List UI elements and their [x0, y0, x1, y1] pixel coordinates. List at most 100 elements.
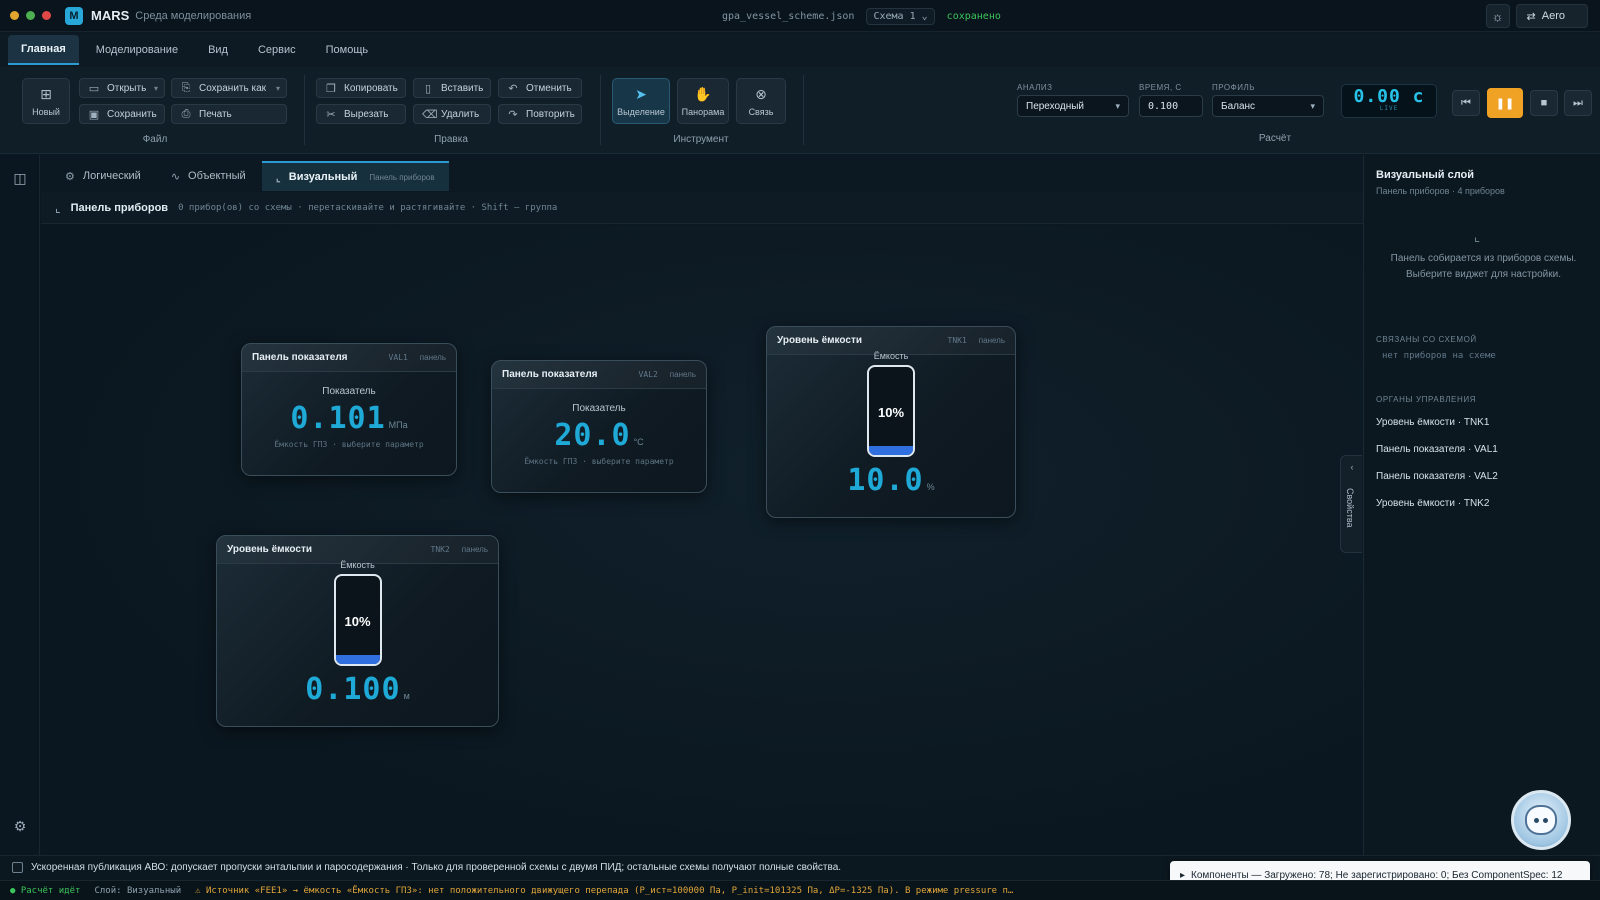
properties-tab[interactable]: ‹ Свойства [1340, 455, 1362, 553]
fast-publish-checkbox[interactable] [12, 862, 23, 873]
sidebar-toggle-icon[interactable]: ◫ [10, 168, 30, 188]
copy-icon: ❐ [326, 82, 336, 95]
ribbon-group-tools: ➤ Выделение ✋ Панорама ⊗ Связь Инструмен… [606, 67, 796, 154]
ribbon-separator [803, 75, 804, 145]
time-input[interactable] [1139, 95, 1203, 117]
chevron-left-icon: ‹ [1350, 462, 1354, 472]
schema-select[interactable]: Схема 1 ⌄ [866, 7, 935, 25]
right-panel: Визуальный слой Панель приборов · 4 приб… [1363, 155, 1600, 855]
right-panel-title: Визуальный слой [1376, 169, 1475, 181]
print-button[interactable]: ⎙ Печать [171, 104, 287, 124]
open-button[interactable]: ▭ Открыть ▾ [79, 78, 165, 98]
analysis-select[interactable]: Переходный ▾ [1017, 95, 1129, 117]
save-button[interactable]: ▣ Сохранить [79, 104, 165, 124]
value-number: 20.0 [554, 418, 631, 453]
cut-button[interactable]: ✂ Вырезать [316, 104, 406, 124]
theme-select-button[interactable]: ⇄ Aero [1515, 4, 1588, 28]
ribbon: ⊞ Новый ▭ Открыть ▾ ⎘ Сохранить как ▾ ▣ … [0, 67, 1600, 154]
widget-kind: панель [669, 370, 696, 379]
panel-hint: 0 прибор(ов) со схемы · перетаскивайте и… [178, 202, 558, 213]
stop-button[interactable]: ■ [1530, 90, 1558, 116]
tab-object-label: Объектный [188, 170, 246, 182]
pan-tool-button[interactable]: ✋ Панорама [677, 78, 729, 124]
widget-val1[interactable]: Панель показателя VAL1 панель Показатель… [241, 343, 457, 476]
file-name: gpa_vessel_scheme.json [722, 10, 855, 22]
step-back-button[interactable]: ⏮ [1452, 90, 1480, 116]
control-item-val1[interactable]: Панель показателя · VAL1 [1376, 444, 1498, 455]
control-item-tnk1[interactable]: Уровень ёмкости · TNK1 [1376, 417, 1489, 428]
tab-object[interactable]: ∿ Объектный [157, 161, 260, 191]
tab-visual-label: Визуальный [288, 171, 358, 183]
widget-header[interactable]: Панель показателя VAL2 панель [492, 361, 706, 389]
tab-visual[interactable]: ⌞ Визуальный Панель приборов [261, 161, 449, 191]
widget-tnk1[interactable]: Уровень ёмкости TNK1 панель Ёмкость 10% … [766, 326, 1016, 518]
panel-header: ⌞ Панель приборов 0 прибор(ов) со схемы … [41, 192, 1363, 224]
tab-visual-sublabel: Панель приборов [369, 172, 435, 182]
left-rail: ◫ ⚙ [0, 155, 40, 855]
menu-tab-home[interactable]: Главная [8, 35, 79, 65]
widget-kind: панель [419, 353, 446, 362]
save-status: сохранено [946, 10, 1001, 22]
skip-back-icon: ⏮ [1461, 96, 1471, 109]
status-warning: ⚠ Источник «FEE1» → ёмкость «Ёмкость ГПЗ… [195, 885, 1014, 896]
widget-value: 10.0% [767, 463, 1015, 498]
select-tool-button[interactable]: ➤ Выделение [612, 78, 670, 124]
profile-select[interactable]: Баланс ▾ [1212, 95, 1324, 117]
widget-id: VAL2 [638, 370, 658, 379]
paste-button[interactable]: ▯ Вставить [413, 78, 491, 98]
title-bar: M MARS Среда моделирования gpa_vessel_sc… [0, 0, 1600, 32]
widget-title: Панель показателя [252, 352, 348, 363]
panel-title: Панель приборов [70, 201, 169, 214]
save-as-button[interactable]: ⎘ Сохранить как ▾ [171, 78, 287, 98]
value-number: 10.0 [847, 463, 924, 498]
robot-icon [1525, 805, 1557, 835]
copy-button[interactable]: ❐ Копировать [316, 78, 406, 98]
triangle-right-icon: ▸ [1180, 869, 1186, 881]
ribbon-group-file-label: Файл [142, 134, 168, 145]
close-window-button[interactable] [42, 11, 51, 20]
chart-icon: ⌞ [1474, 229, 1481, 244]
tank-gauge: 10% [333, 574, 382, 666]
undo-button[interactable]: ↶ Отменить [498, 78, 582, 98]
new-button[interactable]: ⊞ Новый [22, 78, 70, 124]
assistant-avatar[interactable] [1511, 790, 1571, 850]
title-actions: ☼ ⇄ Aero [1485, 4, 1588, 28]
menu-tab-view[interactable]: Вид [195, 36, 241, 64]
tab-logical[interactable]: ⚙ Логический [51, 161, 155, 191]
link-tool-button[interactable]: ⊗ Связь [736, 78, 786, 124]
widget-title: Панель показателя [502, 369, 598, 380]
widget-tnk2[interactable]: Уровень ёмкости TNK2 панель Ёмкость 10% … [216, 535, 499, 727]
minimize-window-button[interactable] [10, 11, 19, 20]
widget-val2[interactable]: Панель показателя VAL2 панель Показатель… [491, 360, 707, 493]
tab-logical-label: Логический [82, 170, 141, 182]
print-button-label: Печать [199, 108, 232, 120]
menu-tab-help[interactable]: Помощь [313, 36, 382, 64]
theme-toggle-button[interactable]: ☼ [1485, 4, 1510, 28]
widget-label: Показатель [322, 386, 376, 397]
pause-button[interactable]: ❚❚ [1487, 88, 1523, 118]
value-number: 0.100 [305, 672, 401, 707]
maximize-window-button[interactable] [26, 11, 35, 20]
value-unit: °C [633, 437, 644, 447]
delete-button[interactable]: ⌫ Удалить [413, 104, 491, 124]
printer-icon: ⎙ [181, 107, 191, 120]
widget-value: 20.0 °C [492, 418, 706, 453]
control-item-val2[interactable]: Панель показателя · VAL2 [1376, 471, 1498, 482]
sliders-icon: ⇄ [1526, 10, 1536, 23]
value-unit: м [403, 691, 410, 701]
window-controls [10, 11, 51, 20]
ribbon-group-edit: ❐ Копировать ▯ Вставить ↶ Отменить ✂ Выр… [312, 67, 590, 154]
menu-tab-modeling[interactable]: Моделирование [83, 36, 191, 64]
clipboard-icon: ▯ [424, 82, 432, 95]
widget-id: VAL1 [388, 353, 408, 362]
control-item-tnk2[interactable]: Уровень ёмкости · TNK2 [1376, 498, 1489, 509]
widget-header[interactable]: Панель показателя VAL1 панель [242, 344, 456, 372]
redo-button[interactable]: ↷ Повторить [498, 104, 582, 124]
tank-gauge: 10% [867, 365, 915, 457]
analysis-select-value: Переходный [1026, 100, 1085, 112]
status-running: ● Расчёт идёт [10, 885, 81, 896]
dashboard-canvas[interactable]: Панель показателя VAL1 панель Показатель… [41, 225, 1363, 855]
menu-tab-service[interactable]: Сервис [245, 36, 309, 64]
gear-icon[interactable]: ⚙ [10, 816, 30, 836]
step-forward-button[interactable]: ⏭ [1564, 90, 1592, 116]
